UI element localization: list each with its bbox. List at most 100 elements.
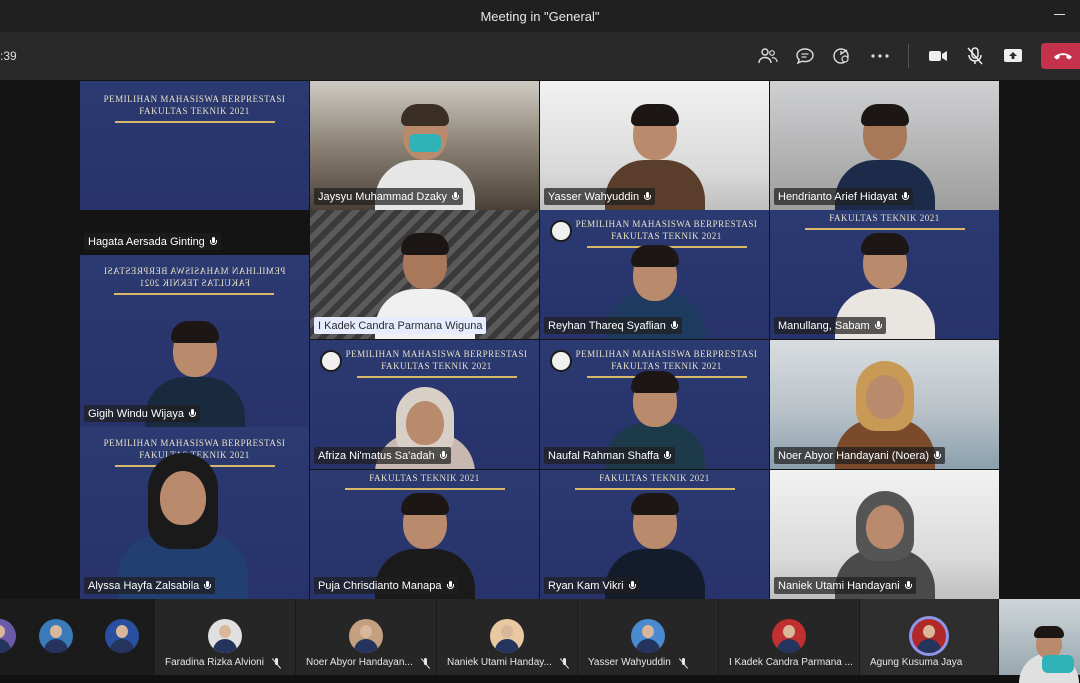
mic-muted-icon [272, 657, 281, 668]
participant-nametag: Naniek Utami Handayani [774, 577, 916, 594]
video-tile[interactable]: PEMILIHAN MAHASISWA BERPRESTASI FAKULTAS… [540, 210, 769, 339]
participant-name: Naniek Utami Handay... [447, 657, 552, 668]
participant-nametag: Manullang, Sabam [774, 317, 886, 334]
video-tile[interactable]: PEMILIHAN MAHASISWA BERPRESTASI FAKULTAS… [540, 340, 769, 469]
video-tile[interactable]: Yasser Wahyuddin [540, 81, 769, 210]
mic-icon [628, 580, 636, 591]
avatar [772, 619, 806, 653]
gallery-tile[interactable]: Agung Kusuma Jaya [860, 599, 998, 675]
banner-line: PEMILIHAN MAHASISWA BERPRESTASI [103, 438, 286, 448]
mic-icon [209, 236, 217, 247]
mic-icon [874, 320, 882, 331]
banner-text: FAKULTAS TEKNIK 2021 [562, 472, 747, 490]
mic-icon [904, 580, 912, 591]
video-tile[interactable]: Noer Abyor Handayani (Noera) [770, 340, 999, 469]
gallery-tile[interactable]: I Kadek Candra Parmana ... [719, 599, 859, 675]
video-tile[interactable]: FAKULTAS TEKNIK 2021 Manullang, Sabam [770, 210, 999, 339]
gallery-tile[interactable] [90, 599, 155, 675]
mic-icon [664, 450, 672, 461]
video-tile[interactable]: I Kadek Candra Parmana Wiguna [310, 210, 539, 339]
camera-icon[interactable] [926, 44, 950, 68]
participant-name: Hendrianto Arief Hidayat [778, 190, 898, 203]
banner-line: FAKULTAS TEKNIK 2021 [381, 361, 492, 371]
banner-text: PEMILIHAN MAHASISWA BERPRESTASI FAKULTAS… [344, 348, 529, 378]
toolbar-divider [908, 44, 909, 68]
avatar [105, 619, 139, 653]
banner-line: FAKULTAS TEKNIK 2021 [829, 213, 940, 223]
participant-nametag: Jaysyu Muhammad Dzaky [314, 188, 463, 205]
participant-name: Naufal Rahman Shaffa [548, 449, 660, 462]
video-stage: PEMILIHAN MAHASISWA BERPRESTASI FAKULTAS… [0, 80, 1080, 599]
self-view-tile[interactable] [999, 599, 1080, 683]
participant-nametag: Ryan Kam Vikri [544, 577, 640, 594]
banner-line: PEMILIHAN MAHASISWA BERPRESTASI [575, 349, 758, 359]
meeting-timer: :39 [0, 49, 17, 63]
mic-icon [188, 408, 196, 419]
avatar [490, 619, 524, 653]
gallery-tile[interactable]: Noer Abyor Handayan... [296, 599, 436, 675]
banner-line: FAKULTAS TEKNIK 2021 [369, 473, 480, 483]
participants-icon[interactable] [756, 44, 780, 68]
more-icon[interactable] [868, 44, 892, 68]
participant-nametag: Reyhan Thareq Syaflian [544, 317, 682, 334]
banner-line: PEMILIHAN MAHASISWA BERPRESTASI [103, 266, 286, 276]
gallery-tile[interactable] [0, 599, 20, 675]
banner-text: PEMILIHAN MAHASISWA BERPRESTASI FAKULTAS… [574, 218, 759, 248]
gallery-tile[interactable]: Yasser Wahyuddin [578, 599, 718, 675]
gallery-tile[interactable]: Faradina Rizka Alvioni [155, 599, 295, 675]
video-tile[interactable]: FAKULTAS TEKNIK 2021 Ryan Kam Vikri [540, 470, 769, 599]
banner-text: FAKULTAS TEKNIK 2021 [332, 472, 517, 490]
mic-muted-icon[interactable] [963, 44, 987, 68]
participant-name: Naniek Utami Handayani [778, 579, 900, 592]
participant-nametag: Hagata Aersada Ginting [84, 233, 221, 250]
participant-name: Faradina Rizka Alvioni [165, 657, 264, 668]
video-tile[interactable]: Jaysyu Muhammad Dzaky [310, 81, 539, 210]
participant-gallery: Faradina Rizka Alvioni Noer Abyor Handay… [0, 599, 1080, 683]
participant-name: Agung Kusuma Jaya [870, 657, 963, 668]
banner-line: PEMILIHAN MAHASISWA BERPRESTASI [575, 219, 758, 229]
hang-up-button[interactable] [1041, 43, 1080, 69]
participant-nametag: Puja Chrisdianto Manapa [314, 577, 458, 594]
gallery-name: I Kadek Candra Parmana ... [729, 657, 853, 668]
mic-icon [902, 191, 910, 202]
participant-nametag: I Kadek Candra Parmana Wiguna [314, 317, 487, 334]
participant-name: I Kadek Candra Parmana ... [729, 657, 853, 668]
avatar [912, 619, 946, 653]
participant-name: Noer Abyor Handayani (Noera) [778, 449, 930, 462]
banner-text-mirrored: PEMILIHAN MAHASISWA BERPRESTASI FAKULTAS… [102, 265, 287, 295]
gallery-name: Noer Abyor Handayan... [306, 657, 430, 668]
participant-name: Alyssa Hayfa Zalsabila [88, 579, 200, 592]
meeting-toolbar: :39 [0, 32, 1080, 80]
video-tile-overlay: Hagata Aersada Ginting [80, 81, 309, 255]
participant-name: I Kadek Candra Parmana Wiguna [318, 319, 483, 332]
chat-icon[interactable] [793, 44, 817, 68]
video-tile[interactable]: FAKULTAS TEKNIK 2021 Puja Chrisdianto Ma… [310, 470, 539, 599]
avatar [631, 619, 665, 653]
video-tile[interactable]: PEMILIHAN MAHASISWA BERPRESTASI FAKULTAS… [80, 255, 309, 427]
mic-icon [439, 450, 447, 461]
title-bar: Meeting in "General" [0, 0, 1080, 32]
gallery-tile[interactable]: Naniek Utami Handay... [437, 599, 577, 675]
participant-name: Yasser Wahyuddin [548, 190, 640, 203]
minimize-button[interactable] [1054, 6, 1066, 20]
participant-nametag: Yasser Wahyuddin [544, 188, 656, 205]
reactions-icon[interactable] [830, 44, 854, 68]
gallery-tile[interactable] [20, 599, 90, 675]
university-crest-icon [320, 350, 342, 372]
participant-name: Yasser Wahyuddin [588, 657, 671, 668]
banner-line: FAKULTAS TEKNIK 2021 [139, 278, 250, 288]
participant-name: Puja Chrisdianto Manapa [318, 579, 442, 592]
video-tile[interactable]: Naniek Utami Handayani [770, 470, 999, 599]
video-tile[interactable]: PEMILIHAN MAHASISWA BERPRESTASI FAKULTAS… [80, 427, 309, 599]
participant-nametag: Noer Abyor Handayani (Noera) [774, 447, 946, 464]
share-icon[interactable] [1001, 44, 1025, 68]
participant-nametag: Gigih Windu Wijaya [84, 405, 200, 422]
mic-icon [670, 320, 678, 331]
video-tile[interactable]: Hendrianto Arief Hidayat [770, 81, 999, 210]
avatar [39, 619, 73, 653]
avatar [349, 619, 383, 653]
mic-icon [934, 450, 942, 461]
video-tile[interactable]: PEMILIHAN MAHASISWA BERPRESTASI FAKULTAS… [310, 340, 539, 469]
participant-name: Ryan Kam Vikri [548, 579, 624, 592]
participant-name: Reyhan Thareq Syaflian [548, 319, 666, 332]
